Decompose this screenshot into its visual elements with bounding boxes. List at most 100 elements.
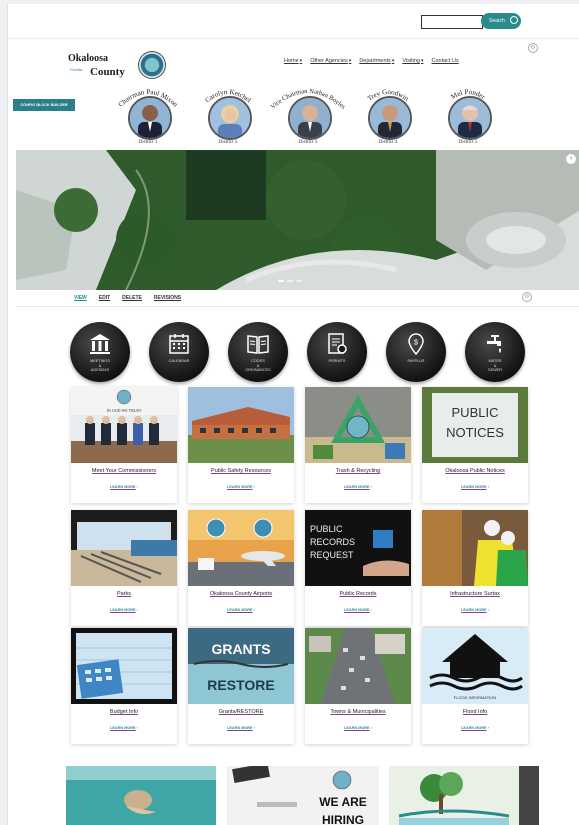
quick-link-codes[interactable]: CODES & ORDINANCES xyxy=(228,322,288,382)
commissioner-1[interactable]: Chairman Paul Mixon District 1 xyxy=(108,82,188,150)
learn-more-link[interactable]: LEARN MORE › xyxy=(71,726,177,730)
card-image xyxy=(305,387,411,463)
card-commissioners[interactable]: IN GOD WE TRUST Meet Your Commissioners … xyxy=(71,387,177,503)
card-title[interactable]: Okaloosa County Airports xyxy=(188,591,294,597)
chevron-down-icon: ▾ xyxy=(391,58,395,64)
nav-other-agencies[interactable]: Other Agencies▾ xyxy=(310,58,351,64)
quick-link-meetings[interactable]: MEETINGS & AGENDAS xyxy=(70,322,130,382)
records-line1: PUBLIC xyxy=(310,524,343,534)
nav-departments[interactable]: Departments▾ xyxy=(359,58,394,64)
learn-more-label: LEARN MORE xyxy=(227,608,253,612)
learn-more-link[interactable]: LEARN MORE › xyxy=(422,485,528,489)
commissioner-4[interactable]: Trey Goodwin District 4 xyxy=(348,82,428,150)
quick-link-label: PERMITS xyxy=(328,359,346,363)
card-grants-restore[interactable]: GRANTS RESTORE Grants/RESTORE LEARN MORE… xyxy=(188,628,294,744)
bottom-tile-hiring[interactable]: WE ARE HIRING xyxy=(227,766,379,825)
config-block-builder-button[interactable]: CONFIG BLOCK BUILDER xyxy=(13,99,75,111)
learn-more-link[interactable]: LEARN MORE › xyxy=(188,485,294,489)
quick-link-calendar[interactable]: CALENDAR xyxy=(149,322,209,382)
quick-link-permits[interactable]: PERMITS xyxy=(307,322,367,382)
courthouse-icon xyxy=(90,334,110,354)
commissioner-district: District 1 xyxy=(138,140,158,145)
learn-more-link[interactable]: LEARN MORE › xyxy=(422,726,528,730)
card-title[interactable]: Okaloosa Public Notices xyxy=(422,468,528,474)
tab-view[interactable]: VIEW xyxy=(74,295,87,301)
nav-departments-label: Departments xyxy=(359,58,391,64)
county-logo[interactable]: Okaloosa Florida County xyxy=(68,51,166,83)
commissioner-3[interactable]: Vice Chairman Nathan Boyles District 3 xyxy=(268,82,348,150)
card-flood-info[interactable]: FLOOD INFORMATION Flood Info LEARN MORE … xyxy=(422,628,528,744)
gear-icon[interactable]: ⚙ xyxy=(522,292,532,302)
card-image xyxy=(188,510,294,586)
edit-tabs: VIEW EDIT DELETE REVISIONS xyxy=(74,295,181,301)
card-title[interactable]: Budget Info xyxy=(71,709,177,715)
commissioner-district: District 4 xyxy=(378,140,398,145)
card-budget-info[interactable]: Budget Info LEARN MORE › xyxy=(71,628,177,744)
nav-home[interactable]: Home▾ xyxy=(284,58,302,64)
card-image: PUBLIC NOTICES xyxy=(422,387,528,463)
quick-link-water[interactable]: WATER & SEWER xyxy=(465,322,525,382)
card-public-notices[interactable]: PUBLIC NOTICES Okaloosa Public Notices L… xyxy=(422,387,528,503)
logo-sub: Florida xyxy=(70,67,83,72)
learn-more-link[interactable]: LEARN MORE › xyxy=(188,726,294,730)
learn-more-link[interactable]: LEARN MORE › xyxy=(71,608,177,612)
search-button[interactable]: Search xyxy=(481,13,521,29)
nav-contact-us-label: Contact Us xyxy=(431,58,459,64)
card-towns-municipalities[interactable]: Towns & Municipalities LEARN MORE › xyxy=(305,628,411,744)
card-trash-recycling[interactable]: Trash & Recycling LEARN MORE › xyxy=(305,387,411,503)
card-title[interactable]: Flood Info xyxy=(422,709,528,715)
main-nav: Home▾ Other Agencies▾ Departments▾ Visit… xyxy=(284,58,459,64)
bottom-tile-swimmer[interactable] xyxy=(66,766,216,825)
tab-delete[interactable]: DELETE xyxy=(122,295,142,301)
tab-edit[interactable]: EDIT xyxy=(99,295,110,301)
search-input[interactable] xyxy=(421,15,483,29)
learn-more-link[interactable]: LEARN MORE › xyxy=(188,608,294,612)
commissioner-5[interactable]: Mel Ponder District 5 xyxy=(428,82,508,150)
card-infrastructure-surtax[interactable]: Infrastructure Surtax LEARN MORE › xyxy=(422,510,528,626)
card-airports[interactable]: Okaloosa County Airports LEARN MORE › xyxy=(188,510,294,626)
grants-line2: RESTORE xyxy=(207,677,274,693)
card-title[interactable]: Parks xyxy=(71,591,177,597)
next-icon[interactable]: › xyxy=(566,154,576,164)
commissioner-2[interactable]: Carolyn Ketchel District 2 xyxy=(188,82,268,150)
card-title[interactable]: Public Records xyxy=(305,591,411,597)
hero-slideshow[interactable]: › xyxy=(16,150,579,290)
learn-more-link[interactable]: LEARN MORE › xyxy=(305,608,411,612)
learn-more-label: LEARN MORE xyxy=(110,608,136,612)
card-public-safety[interactable]: Public Safety Resources LEARN MORE › xyxy=(188,387,294,503)
tab-revisions[interactable]: REVISIONS xyxy=(154,295,181,301)
card-image: GRANTS RESTORE xyxy=(188,628,294,704)
commissioner-district: District 2 xyxy=(218,140,238,145)
gear-icon[interactable]: ⚙ xyxy=(528,43,538,53)
card-title[interactable]: Grants/RESTORE xyxy=(188,709,294,715)
commissioner-district: District 5 xyxy=(458,140,478,145)
logo-line1: Okaloosa xyxy=(68,53,109,64)
quick-link-label: PAYPLUS xyxy=(407,359,425,363)
bottom-tile-parks-logo[interactable] xyxy=(389,766,539,825)
permit-icon xyxy=(328,333,347,354)
nav-visiting-label: Visiting xyxy=(402,58,420,64)
card-title[interactable]: Public Safety Resources xyxy=(188,468,294,474)
slide-dot[interactable] xyxy=(296,280,302,282)
card-public-records[interactable]: PUBLIC RECORDS REQUEST Public Records LE… xyxy=(305,510,411,626)
learn-more-link[interactable]: LEARN MORE › xyxy=(305,726,411,730)
quick-link-payplus[interactable]: $ PAYPLUS xyxy=(386,322,446,382)
slide-dot[interactable] xyxy=(287,280,293,282)
card-parks[interactable]: Parks LEARN MORE › xyxy=(71,510,177,626)
top-bar: Search xyxy=(8,4,579,39)
card-image xyxy=(71,628,177,704)
card-title[interactable]: Trash & Recycling xyxy=(305,468,411,474)
card-title[interactable]: Meet Your Commissioners xyxy=(71,468,177,474)
learn-more-link[interactable]: LEARN MORE › xyxy=(422,608,528,612)
card-title[interactable]: Infrastructure Surtax xyxy=(422,591,528,597)
card-title[interactable]: Towns & Municipalities xyxy=(305,709,411,715)
nav-visiting[interactable]: Visiting▾ xyxy=(402,58,423,64)
learn-more-label: LEARN MORE xyxy=(344,608,370,612)
learn-more-link[interactable]: LEARN MORE › xyxy=(71,485,177,489)
county-seal-icon xyxy=(138,51,166,79)
nav-contact-us[interactable]: Contact Us xyxy=(431,58,458,64)
commissioner-photo xyxy=(128,96,172,140)
learn-more-link[interactable]: LEARN MORE › xyxy=(305,485,411,489)
slide-dot[interactable] xyxy=(278,280,284,282)
learn-more-label: LEARN MORE xyxy=(344,726,370,730)
